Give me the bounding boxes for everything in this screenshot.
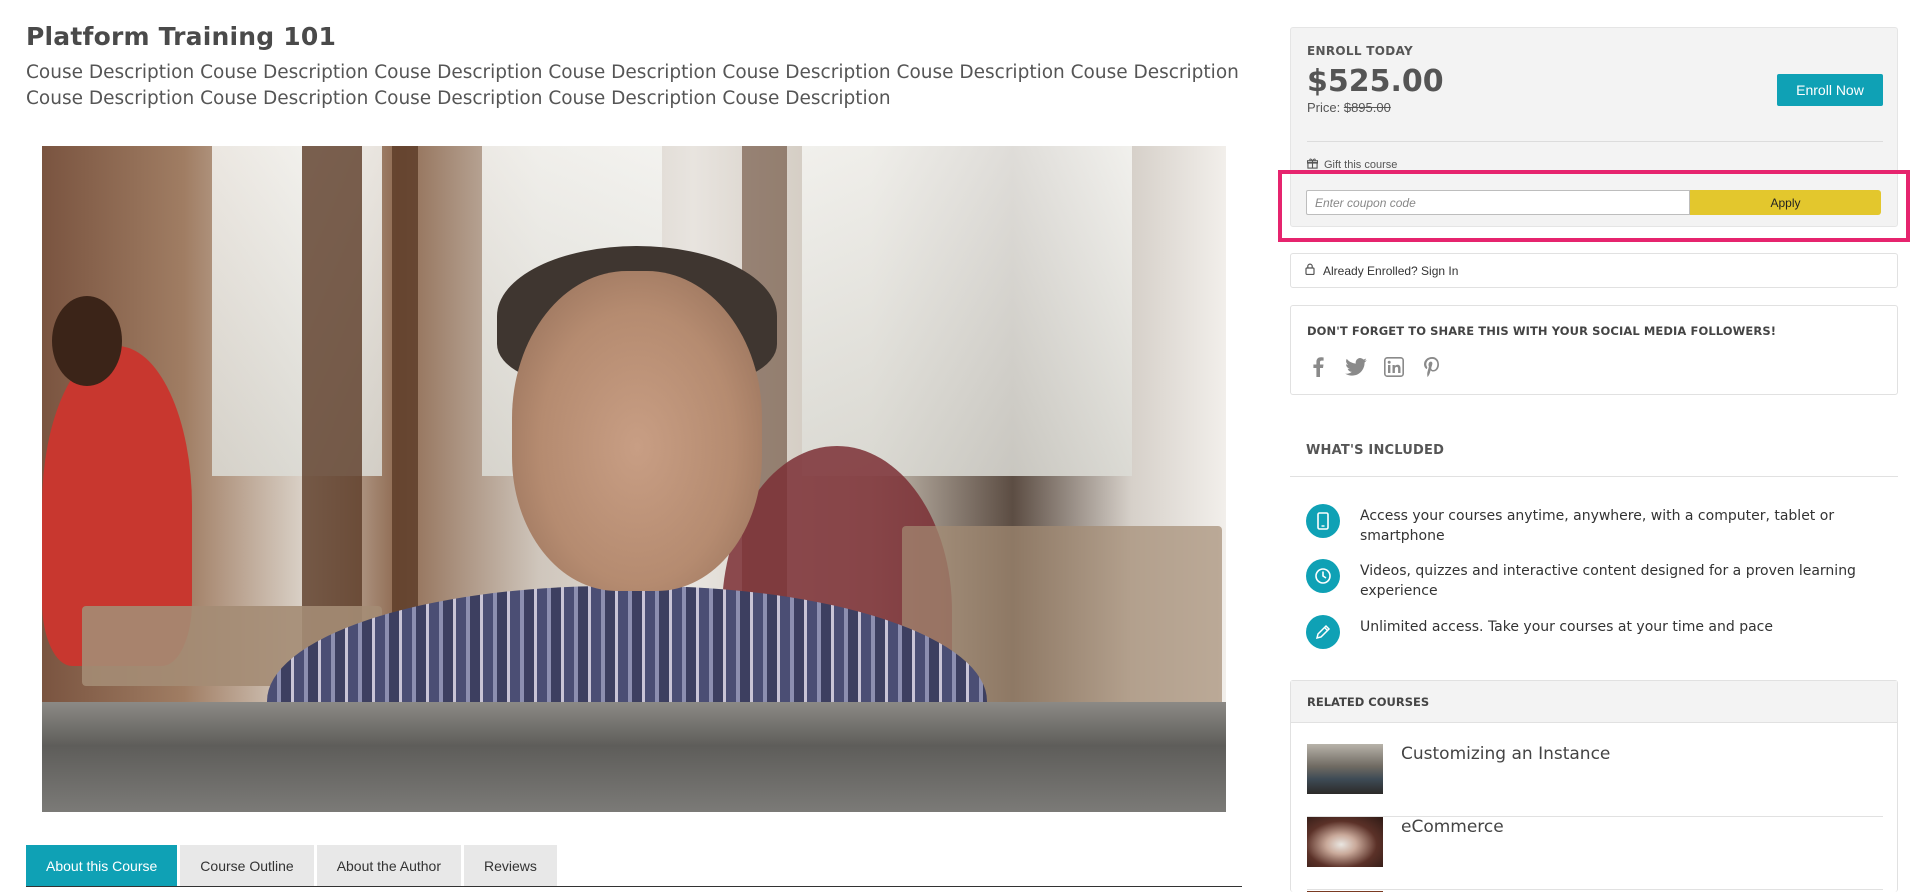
related-courses-title: RELATED COURSES — [1291, 681, 1897, 723]
included-title: WHAT'S INCLUDED — [1306, 443, 1445, 458]
enroll-now-button[interactable]: Enroll Now — [1777, 74, 1883, 106]
tab-course-outline[interactable]: Course Outline — [180, 845, 314, 887]
current-price: $525.00 — [1307, 64, 1444, 99]
apply-coupon-button[interactable]: Apply — [1690, 190, 1881, 215]
related-course-thumbnail — [1307, 817, 1383, 867]
original-price: $895.00 — [1343, 100, 1391, 115]
tabs-divider — [26, 886, 1242, 887]
included-item: Access your courses anytime, anywhere, w… — [1306, 504, 1886, 546]
related-course-item[interactable]: eCommerce — [1307, 817, 1883, 890]
course-title: Platform Training 101 — [26, 22, 337, 51]
related-course-title: eCommerce — [1401, 817, 1504, 837]
share-title: DON'T FORGET TO SHARE THIS WITH YOUR SOC… — [1307, 324, 1777, 338]
pencil-icon — [1306, 615, 1340, 649]
included-item-text: Videos, quizzes and interactive content … — [1360, 563, 1856, 599]
related-course-item[interactable]: Customizing an Instance — [1307, 744, 1883, 817]
related-courses-card: RELATED COURSES Customizing an Instance … — [1290, 680, 1898, 892]
pinterest-icon[interactable] — [1421, 356, 1443, 378]
linkedin-icon[interactable] — [1383, 356, 1405, 378]
course-tabs: About this Course Course Outline About t… — [26, 845, 557, 887]
included-item-text: Unlimited access. Take your courses at y… — [1360, 619, 1773, 635]
enroll-label: ENROLL TODAY — [1307, 44, 1413, 58]
lock-icon — [1305, 263, 1315, 278]
coupon-code-input[interactable] — [1306, 190, 1690, 215]
included-item: Videos, quizzes and interactive content … — [1306, 559, 1886, 601]
sign-in-label: Already Enrolled? Sign In — [1323, 263, 1459, 278]
tab-about-author[interactable]: About the Author — [316, 845, 461, 887]
share-card: DON'T FORGET TO SHARE THIS WITH YOUR SOC… — [1290, 305, 1898, 395]
included-divider — [1290, 476, 1898, 477]
mobile-device-icon — [1306, 504, 1340, 538]
course-hero-image — [42, 146, 1226, 812]
social-links — [1307, 356, 1443, 378]
price-prefix: Price: — [1307, 100, 1344, 115]
included-item-text: Access your courses anytime, anywhere, w… — [1360, 508, 1835, 544]
included-item: Unlimited access. Take your courses at y… — [1306, 615, 1886, 649]
sign-in-link[interactable]: Already Enrolled? Sign In — [1290, 253, 1898, 288]
twitter-icon[interactable] — [1345, 356, 1367, 378]
clock-icon — [1306, 559, 1340, 593]
facebook-icon[interactable] — [1307, 356, 1329, 378]
enroll-divider — [1307, 141, 1883, 142]
related-course-thumbnail — [1307, 744, 1383, 794]
original-price-line: Price: $895.00 — [1307, 100, 1391, 115]
tab-about-course[interactable]: About this Course — [26, 845, 178, 887]
related-course-title: Customizing an Instance — [1401, 744, 1611, 764]
course-description: Couse Description Couse Description Cous… — [26, 62, 1239, 109]
tab-reviews[interactable]: Reviews — [464, 845, 557, 887]
